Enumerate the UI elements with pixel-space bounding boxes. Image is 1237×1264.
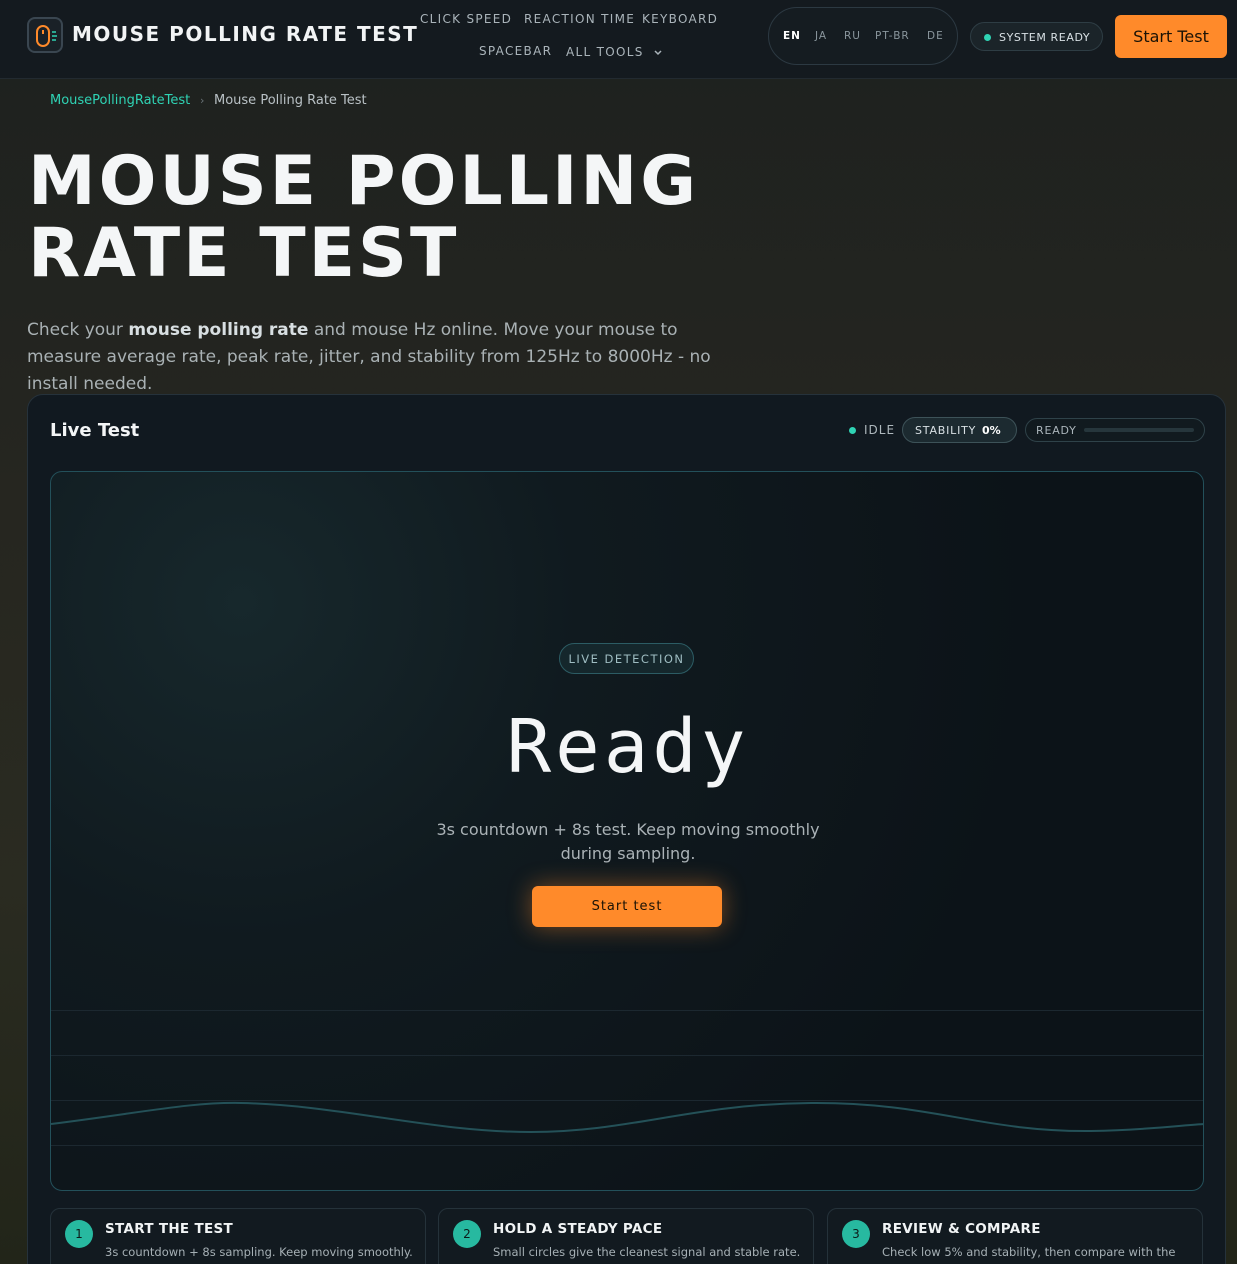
start-test-button[interactable]: Start test — [532, 886, 722, 927]
step-title: HOLD A STEADY PACE — [493, 1221, 663, 1237]
ready-badge: READY — [1025, 418, 1205, 442]
language-switcher: EN JA RU PT-BR DE — [768, 7, 958, 65]
breadcrumb-current: Mouse Polling Rate Test — [214, 93, 367, 108]
desc-pre: Check your — [27, 320, 129, 340]
step-card-1: 1 START THE TEST 3s countdown + 8s sampl… — [50, 1208, 426, 1264]
mouse-icon — [36, 25, 57, 47]
nav-all-tools-label: ALL TOOLS — [566, 45, 644, 59]
nav-click-speed[interactable]: CLICK SPEED — [420, 12, 512, 26]
panel-title: Live Test — [50, 420, 140, 441]
stability-value: 0% — [982, 424, 1001, 437]
desc-bold: mouse polling rate — [128, 320, 309, 340]
lang-de[interactable]: DE — [927, 30, 944, 42]
nav-spacebar[interactable]: SPACEBAR — [479, 44, 552, 58]
stability-label: STABILITY — [915, 424, 977, 437]
lang-en[interactable]: EN — [783, 30, 801, 42]
ready-label: READY — [1036, 424, 1077, 437]
nav-keyboard[interactable]: KEYBOARD — [642, 12, 718, 26]
step-title: START THE TEST — [105, 1221, 234, 1237]
polling-rate-graph — [51, 1101, 1203, 1134]
lang-pt-br[interactable]: PT-BR — [875, 30, 910, 42]
nav-all-tools[interactable]: ALL TOOLS — [566, 45, 663, 59]
lang-ru[interactable]: RU — [844, 30, 861, 42]
page-description: Check your mouse polling rate and mouse … — [27, 317, 757, 398]
breadcrumb-separator: › — [200, 94, 205, 107]
status-dot — [984, 34, 991, 41]
graph-gridline — [51, 1055, 1203, 1056]
nav-reaction-time[interactable]: REACTION TIME — [524, 12, 635, 26]
idle-dot — [849, 427, 856, 434]
step-description: Small circles give the cleanest signal a… — [493, 1245, 801, 1259]
ready-progress-track — [1084, 428, 1194, 432]
logo[interactable] — [27, 17, 63, 53]
site-header: MOUSE POLLING RATE TEST CLICK SPEED REAC… — [0, 0, 1237, 79]
chevron-down-icon — [654, 49, 662, 55]
live-test-panel: Live Test IDLE STABILITY 0% READY LIVE D… — [27, 394, 1226, 1264]
step-description: 3s countdown + 8s sampling. Keep moving … — [105, 1245, 413, 1259]
step-card-3: 3 REVIEW & COMPARE Check low 5% and stab… — [827, 1208, 1203, 1264]
lang-ja[interactable]: JA — [815, 30, 827, 42]
graph-gridline — [51, 1010, 1203, 1011]
test-area[interactable]: LIVE DETECTION Ready 3s countdown + 8s t… — [50, 471, 1204, 1191]
test-state-text: Ready — [506, 704, 750, 790]
step-description: Check low 5% and stability, then compare… — [882, 1245, 1176, 1259]
system-status-badge: SYSTEM READY — [970, 22, 1103, 51]
step-number: 1 — [65, 1220, 93, 1248]
live-detection-badge: LIVE DETECTION — [559, 643, 694, 674]
step-number: 2 — [453, 1220, 481, 1248]
stability-badge: STABILITY 0% — [902, 417, 1017, 443]
test-instructions: 3s countdown + 8s test. Keep moving smoo… — [436, 820, 820, 863]
breadcrumb-home-link[interactable]: MousePollingRateTest — [50, 93, 190, 108]
step-card-2: 2 HOLD A STEADY PACE Small circles give … — [438, 1208, 814, 1264]
step-title: REVIEW & COMPARE — [882, 1221, 1041, 1237]
header-start-test-button[interactable]: Start Test — [1115, 15, 1227, 58]
step-number: 3 — [842, 1220, 870, 1248]
system-status-text: SYSTEM READY — [999, 31, 1091, 44]
test-status: IDLE — [864, 423, 896, 437]
brand-title[interactable]: MOUSE POLLING RATE TEST — [72, 22, 418, 46]
page-title: MOUSE POLLING RATE TEST — [28, 142, 700, 293]
